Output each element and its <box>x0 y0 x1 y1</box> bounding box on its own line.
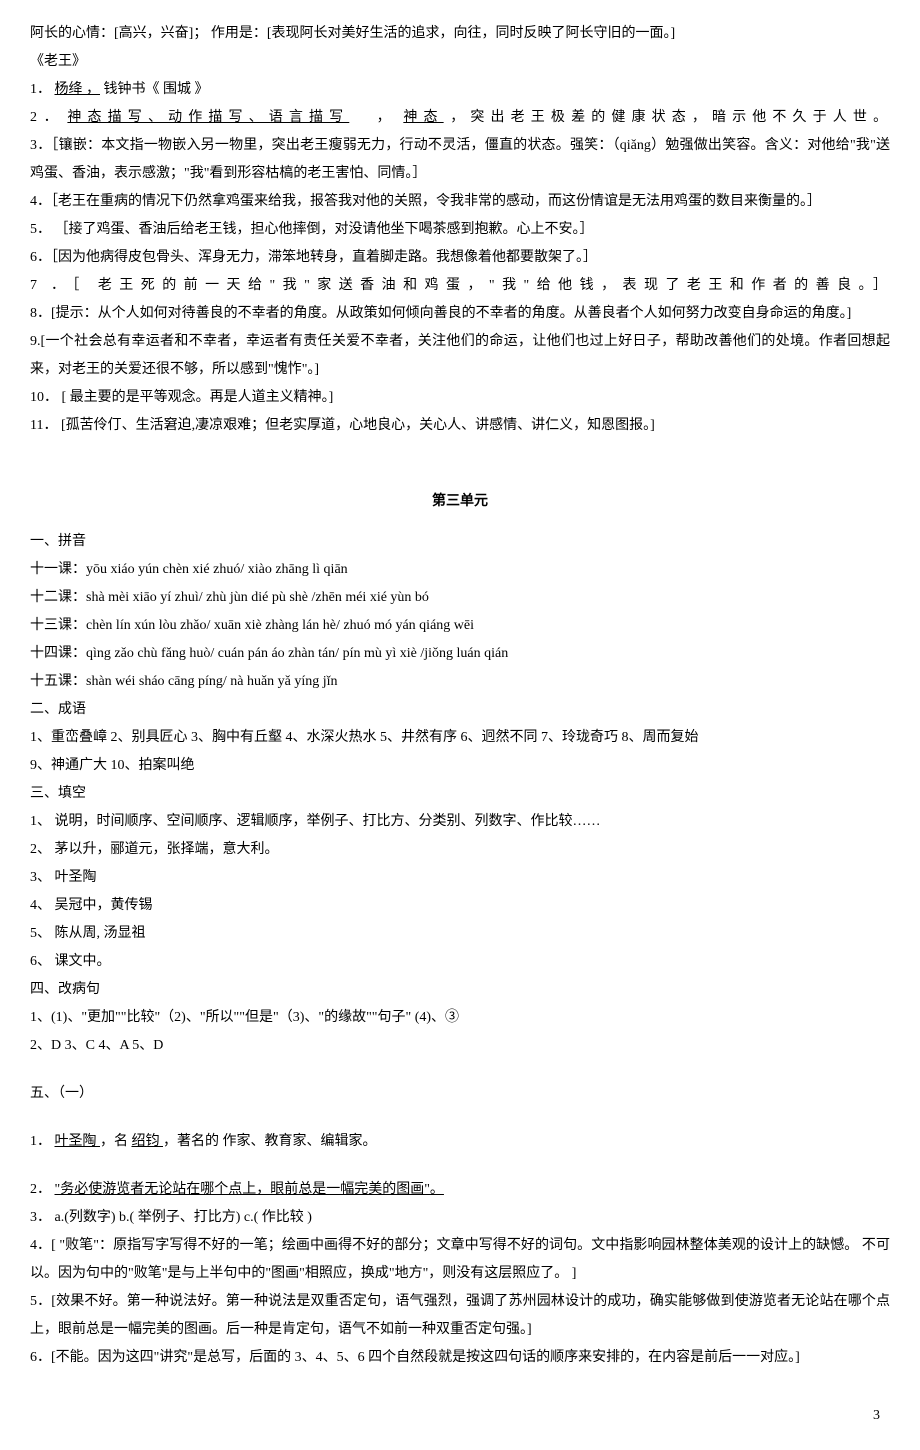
s3-title: 三、填空 <box>30 780 890 808</box>
s4-title: 四、改病句 <box>30 976 890 1004</box>
top-l8: 6．［因为他病得皮包骨头、浑身无力，滞笨地转身，直着脚走路。我想像着他都要散架了… <box>30 244 890 272</box>
s5-l2a: 2． <box>30 1182 51 1197</box>
page-number: 3 <box>30 1402 890 1430</box>
top-l1: 阿长的心情：[高兴，兴奋]； 作用是：[表现阿长对美好生活的追求，向往，同时反映… <box>30 20 890 48</box>
top-l13: 11． [孤苦伶仃、生活窘迫,凄凉艰难；但老实厚道，心地良心，关心人、讲感情、讲… <box>30 412 890 440</box>
s5-l4: 4．[ "败笔"：原指写字写得不好的一笔；绘画中画得不好的部分；文章中写得不好的… <box>30 1232 890 1288</box>
s5-l1b: 叶圣陶 <box>55 1134 101 1149</box>
l4-e: ，突出老王极差的健康状态，暗示他不久于人世。 <box>450 110 890 125</box>
s3-l3: 3、 叶圣陶 <box>30 864 890 892</box>
top-l10: 8．[提示：从个人如何对待善良的不幸者的角度。从政策如何倾向善良的不幸者的角度。… <box>30 300 890 328</box>
l3-rest: 钱钟书《 围城 》 <box>104 82 209 97</box>
s1-title: 一、拼音 <box>30 528 890 556</box>
s1-l15: 十五课：shàn wéi sháo cāng píng/ nà huǎn yǎ … <box>30 668 890 696</box>
s1-l12: 十二课：shà mèi xiāo yí zhuì/ zhù jùn dié pù… <box>30 584 890 612</box>
s2-l2: 9、神通广大 10、拍案叫绝 <box>30 752 890 780</box>
l4-prefix: 2 ． <box>30 110 67 125</box>
l4-u2: 神态 <box>403 110 443 125</box>
l3-author: 杨绛 ， <box>55 82 101 97</box>
top-l6: 4．［老王在重病的情况下仍然拿鸡蛋来给我，报答我对他的关照，令我非常的感动，而这… <box>30 188 890 216</box>
top-l7: 5． ［接了鸡蛋、香油后给老王钱，担心他摔倒，对没请他坐下喝茶感到抱歉。心上不安… <box>30 216 890 244</box>
top-l12: 10． [ 最主要的是平等观念。再是人道主义精神。] <box>30 384 890 412</box>
s1-l13: 十三课：chèn lín xún lòu zhǎo/ xuān xiè zhàn… <box>30 612 890 640</box>
s5-l3: 3． a.(列数字) b.( 举例子、打比方) c.( 作比较 ) <box>30 1204 890 1232</box>
top-l11: 9.[一个社会总有幸运者和不幸者，幸运者有责任关爱不幸者，关注他们的命运，让他们… <box>30 328 890 384</box>
s5-l2b: "务必使游览者无论站在哪个点上，眼前总是一幅完美的图画"。 <box>55 1182 444 1197</box>
top-l9: 7 ．［ 老王死的前一天给"我"家送香油和鸡蛋，"我"给他钱，表现了老王和作者的… <box>30 272 890 300</box>
s3-l5: 5、 陈从周, 汤显祖 <box>30 920 890 948</box>
s5-l5: 5．[效果不好。第一种说法好。第一种说法是双重否定句，语气强烈，强调了苏州园林设… <box>30 1288 890 1344</box>
s5-l1e: ，著名的 作家、教育家、编辑家。 <box>163 1134 377 1149</box>
s2-l1: 1、重峦叠嶂 2、别具匠心 3、胸中有丘壑 4、水深火热水 5、井然有序 6、迥… <box>30 724 890 752</box>
s5-l1a: 1． <box>30 1134 51 1149</box>
s5-l6: 6．[不能。因为这四"讲究"是总写，后面的 3、4、5、6 四个自然段就是按这四… <box>30 1344 890 1372</box>
s3-l1: 1、 说明，时间顺序、空间顺序、逻辑顺序，举例子、打比方、分类别、列数字、作比较… <box>30 808 890 836</box>
s4-l2: 2、D 3、C 4、A 5、D <box>30 1032 890 1060</box>
top-l3: 1． 杨绛 ， 钱钟书《 围城 》 <box>30 76 890 104</box>
s5-l1d: 绍钧 <box>132 1134 164 1149</box>
s3-l4: 4、 吴冠中，黄传锡 <box>30 892 890 920</box>
s5-l1c: ，名 <box>100 1134 128 1149</box>
top-l2: 《老王》 <box>30 48 890 76</box>
s3-l2: 2、 茅以升，郦道元，张择端，意大利。 <box>30 836 890 864</box>
s5-l1: 1． 叶圣陶 ，名 绍钧 ，著名的 作家、教育家、编辑家。 <box>30 1128 890 1156</box>
s1-l11: 十一课：yōu xiáo yún chèn xié zhuó/ xiào zhā… <box>30 556 890 584</box>
unit3-title: 第三单元 <box>30 488 890 516</box>
s5-l2: 2． "务必使游览者无论站在哪个点上，眼前总是一幅完美的图画"。 <box>30 1176 890 1204</box>
s4-l1: 1、(1)、"更加""比较"（2)、"所以""但是"（3)、"的缘故""句子" … <box>30 1004 890 1032</box>
s2-title: 二、成语 <box>30 696 890 724</box>
s5-title: 五、（一） <box>30 1080 890 1108</box>
top-l5: 3．［镶嵌：本文指一物嵌入另一物里，突出老王瘦弱无力，行动不灵活，僵直的状态。强… <box>30 132 890 188</box>
s3-l6: 6、 课文中。 <box>30 948 890 976</box>
l4-u1: 神态描写、动作描写、语言描写 <box>67 110 349 125</box>
l3-prefix: 1． <box>30 82 51 97</box>
top-l4: 2 ． 神态描写、动作描写、语言描写 ， 神态 ，突出老王极差的健康状态，暗示他… <box>30 104 890 132</box>
s1-l14: 十四课：qìng zǎo chù fǎng huò/ cuán pán áo z… <box>30 640 890 668</box>
l4-c: ， <box>377 110 397 125</box>
